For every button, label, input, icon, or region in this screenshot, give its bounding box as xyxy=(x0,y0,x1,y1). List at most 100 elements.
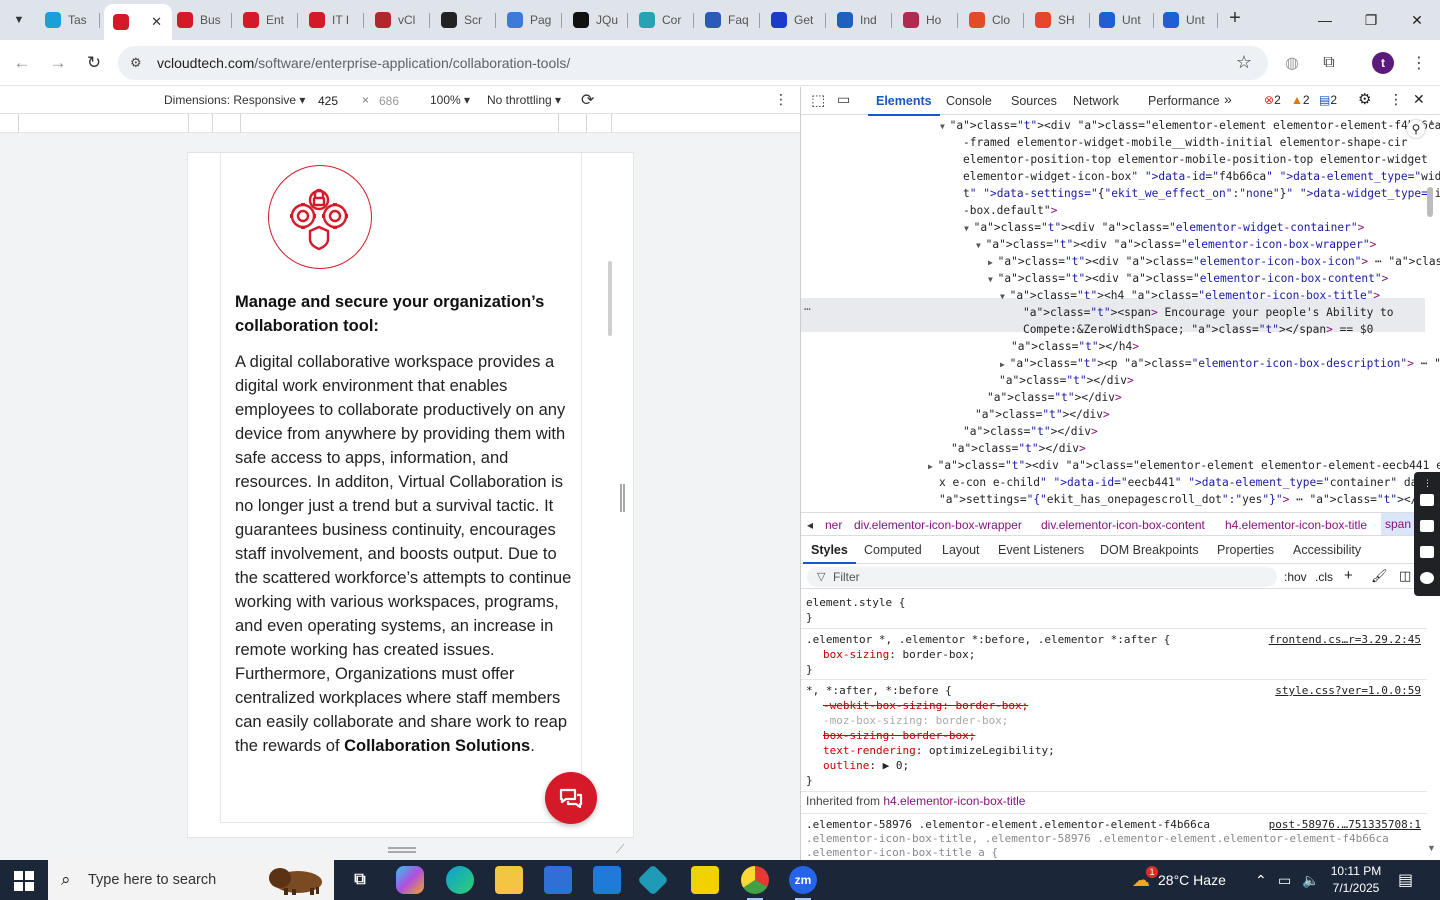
task-view-icon[interactable]: ⧉ xyxy=(346,866,374,894)
expand-triangle-right-icon[interactable]: ▶ xyxy=(988,258,998,267)
styles-pane[interactable]: element.style { } .elementor *, .element… xyxy=(801,591,1427,860)
styles-filter-input[interactable]: ▽ Filter xyxy=(807,567,1277,587)
accessibility-tree-icon[interactable]: ⚲ xyxy=(1407,120,1425,138)
browser-tab[interactable]: Clo xyxy=(960,6,1024,34)
dom-node-line[interactable]: ▼ "a">class="t"><div "a">class="elemento… xyxy=(940,117,1440,135)
dom-node-line[interactable]: "a">class="t"></div> xyxy=(987,389,1122,406)
warning-count-badge[interactable]: ▲2 xyxy=(1291,93,1310,107)
expand-triangle-down-icon[interactable]: ▼ xyxy=(964,224,974,233)
dom-node-line[interactable]: "a">class="t"></div> xyxy=(951,440,1086,457)
browser-tab[interactable]: Ent xyxy=(234,6,298,34)
browser-tab[interactable]: vCl xyxy=(366,6,430,34)
expand-triangle-right-icon[interactable]: ▶ xyxy=(928,462,938,471)
network-icon[interactable]: ▭ xyxy=(1278,860,1291,900)
taskbar-search-box[interactable]: ⌕ Type here to search xyxy=(48,860,334,900)
selected-node-ellipsis-icon[interactable]: … xyxy=(804,298,811,315)
devtools-menu-kebab-icon[interactable]: ⋮ xyxy=(1389,91,1403,108)
dom-node-line[interactable]: ▼ "a">class="t"><div "a">class="elemento… xyxy=(976,236,1376,254)
site-info-tune-icon[interactable]: ⚙ xyxy=(130,55,146,71)
dom-node-line[interactable]: ▶ "a">class="t"><div "a">class="elemento… xyxy=(928,457,1440,475)
browser-tab[interactable]: Ind xyxy=(828,6,892,34)
tab-styles[interactable]: Styles xyxy=(803,543,856,564)
screenshot-camera-icon[interactable] xyxy=(1420,494,1434,506)
tab-search-chevron-down-icon[interactable]: ▼ xyxy=(6,7,32,33)
file-explorer-icon[interactable] xyxy=(495,866,523,894)
toggle-sidebar-icon[interactable]: ◫ xyxy=(1399,568,1411,584)
throttling-dropdown[interactable]: No throttling ▾ xyxy=(487,93,561,107)
browser-tab[interactable]: Unt xyxy=(1154,6,1218,34)
dom-node-line[interactable]: "a">class="t"><span> Encourage your peop… xyxy=(1023,304,1394,321)
weather-widget[interactable]: ☁ 1 28°C Haze xyxy=(1132,860,1226,900)
menu-kebab-icon[interactable]: ⋮ xyxy=(1408,52,1430,74)
expand-triangle-right-icon[interactable]: ▶ xyxy=(1000,360,1010,369)
system-clock[interactable]: 10:11 PM 7/1/2025 xyxy=(1320,863,1392,897)
minimize-icon[interactable]: — xyxy=(1302,0,1348,40)
rule-selector[interactable]: .elementor-icon-box-title, .elementor-58… xyxy=(806,831,1389,846)
browser-tab[interactable]: IT I xyxy=(300,6,364,34)
browser-tab[interactable]: Bus xyxy=(168,6,232,34)
url-text[interactable]: vcloudtech.com/software/enterprise-appli… xyxy=(157,55,570,71)
app-diamond-icon[interactable] xyxy=(637,864,669,896)
rule-source-link[interactable]: post-58976.…751335708:1 xyxy=(1269,817,1421,832)
cls-toggle[interactable]: .cls xyxy=(1315,570,1333,584)
tab-accessibility[interactable]: Accessibility xyxy=(1293,543,1361,557)
tab-event-listeners[interactable]: Event Listeners xyxy=(998,543,1084,557)
browser-tab[interactable]: Tas xyxy=(36,6,100,34)
browser-tab[interactable]: SH xyxy=(1026,6,1090,34)
show-hidden-icons-chevron-up-icon[interactable]: ⌃ xyxy=(1255,860,1267,900)
browser-tab[interactable]: Faq xyxy=(696,6,760,34)
rule-selector[interactable]: .elementor *, .elementor *:before, .elem… xyxy=(806,632,1170,647)
rule-declaration[interactable]: box-sizing: border-box; xyxy=(823,647,975,662)
tab-active[interactable]: ✕ xyxy=(104,4,172,40)
expand-triangle-down-icon[interactable]: ▼ xyxy=(976,241,986,250)
mail-icon[interactable] xyxy=(593,866,621,894)
zoom-app-icon[interactable]: zm xyxy=(789,866,817,900)
devtools-settings-gear-icon[interactable]: ⚙ xyxy=(1358,90,1371,108)
capture-settings-gear-icon[interactable] xyxy=(1420,572,1434,584)
dom-node-line[interactable]: ▼ "a">class="t"><div "a">class="elemento… xyxy=(988,270,1388,288)
browser-tab[interactable]: Cor xyxy=(630,6,694,34)
dom-node-line[interactable]: ▼ "a">class="t"><div "a">class="elemento… xyxy=(964,219,1364,237)
window-capture-icon[interactable] xyxy=(1420,546,1434,558)
record-video-icon[interactable] xyxy=(1420,520,1434,532)
breadcrumb-item[interactable]: h4.elementor-icon-box-title xyxy=(1225,518,1367,532)
breadcrumb-item[interactable]: div.elementor-icon-box-wrapper xyxy=(854,518,1022,532)
browser-tab[interactable]: Get xyxy=(762,6,826,34)
rule-declaration[interactable]: outline: ▶ 0; xyxy=(823,758,909,773)
dimensions-dropdown[interactable]: Dimensions: Responsive ▾ xyxy=(164,93,305,107)
browser-tab[interactable]: Ho xyxy=(894,6,958,34)
chrome-browser-icon[interactable] xyxy=(741,866,769,900)
forward-arrow-icon[interactable]: → xyxy=(45,50,71,76)
dom-node-line[interactable]: "a">settings="{"ekit_has_onepagescroll_d… xyxy=(939,491,1440,508)
dom-node-line[interactable]: Compete:&ZeroWidthSpace; "a">class="t"><… xyxy=(1023,321,1373,338)
restore-icon[interactable]: ❐ xyxy=(1348,0,1394,40)
windows-start-icon[interactable] xyxy=(14,871,34,891)
dom-node-line[interactable]: elementor-position-top elementor-mobile-… xyxy=(963,151,1428,168)
dom-node-line[interactable]: "a">class="t"></div> xyxy=(999,372,1134,389)
dom-scroll-up-icon[interactable]: ▲ xyxy=(1427,117,1436,127)
new-tab-plus-icon[interactable]: + xyxy=(1225,8,1245,29)
close-window-icon[interactable]: ✕ xyxy=(1394,0,1440,40)
element-style-rule[interactable]: element.style { xyxy=(806,595,905,610)
zoom-dropdown[interactable]: 100% ▾ xyxy=(430,93,470,107)
breadcrumb-item[interactable]: ner xyxy=(825,518,842,532)
notifications-icon[interactable]: ▤ xyxy=(1398,860,1413,900)
dom-node-line[interactable]: ▶ "a">class="t"><div "a">class="elemento… xyxy=(988,253,1440,271)
more-tabs-chevron-icon[interactable]: » xyxy=(1224,91,1232,107)
profile-avatar[interactable]: t xyxy=(1372,52,1394,74)
extensions-puzzle-icon[interactable]: ⧉ xyxy=(1318,52,1340,74)
dom-node-line[interactable]: ▶ "a">class="t"><p "a">class="elementor-… xyxy=(1000,355,1440,373)
device-toggle-icon[interactable]: ▭ xyxy=(837,91,850,108)
viewport-height-input[interactable] xyxy=(375,91,421,110)
expand-triangle-down-icon[interactable]: ▼ xyxy=(1000,292,1010,301)
address-bar[interactable]: ⚙ vcloudtech.com/software/enterprise-app… xyxy=(118,46,1268,80)
tab-computed[interactable]: Computed xyxy=(864,543,922,557)
issues-count-badge[interactable]: ▤2 xyxy=(1319,93,1337,107)
dom-node-line[interactable]: "a">class="t"></div> xyxy=(975,406,1110,423)
overridden-declaration[interactable]: box-sizing: border-box; xyxy=(823,728,975,743)
bookmark-star-icon[interactable]: ☆ xyxy=(1236,52,1252,73)
tab-close-icon[interactable]: ✕ xyxy=(151,14,162,30)
inherited-from-link[interactable]: h4.elementor-icon-box-title xyxy=(883,794,1025,808)
dom-node-line[interactable]: "a">class="t"></h4> xyxy=(1011,338,1139,355)
tab-network[interactable]: Network xyxy=(1073,94,1119,108)
